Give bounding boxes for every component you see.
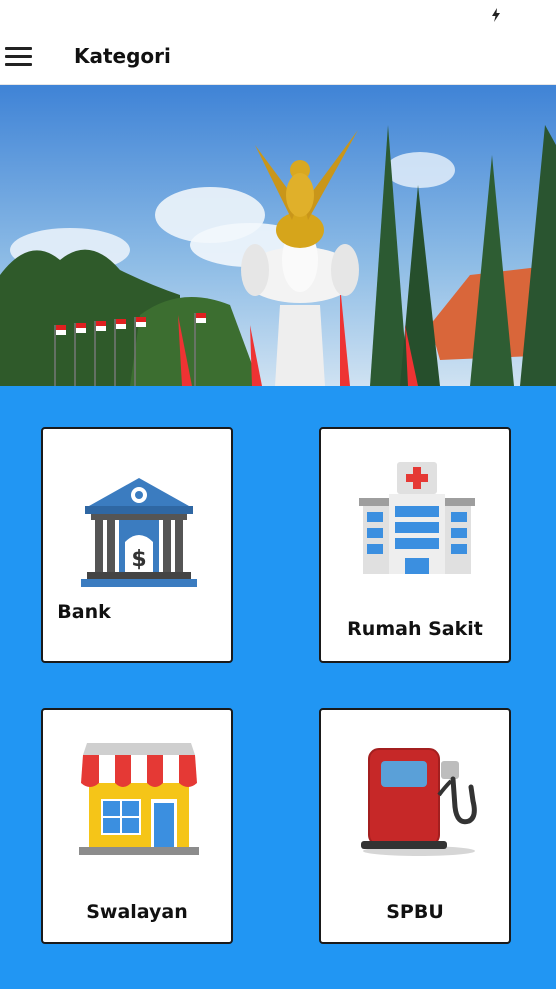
store-icon: [79, 743, 199, 855]
lightning-bolt-icon: [492, 8, 500, 22]
category-grid: $ Bank Rumah Sakit Swalayan SPBU: [0, 386, 556, 989]
app-bar: Kategori: [0, 30, 556, 85]
bank-icon: $: [81, 478, 197, 587]
page-title: Kategori: [74, 44, 171, 68]
category-label-spbu: SPBU: [386, 901, 444, 923]
fuel-pump-icon: [361, 748, 477, 856]
category-label-bank: Bank: [57, 601, 111, 623]
category-card-bank[interactable]: $ Bank: [41, 427, 233, 663]
hamburger-menu-icon[interactable]: [4, 42, 34, 72]
hospital-icon: [359, 462, 475, 574]
category-label-swalayan: Swalayan: [86, 901, 188, 923]
svg-text:$: $: [131, 547, 146, 572]
category-card-swalayan[interactable]: Swalayan: [41, 708, 233, 944]
category-card-rumah-sakit[interactable]: Rumah Sakit: [319, 427, 511, 663]
category-card-spbu[interactable]: SPBU: [319, 708, 511, 944]
status-bar: [0, 0, 556, 30]
hero-image: [0, 85, 556, 386]
category-label-rumah-sakit: Rumah Sakit: [347, 618, 483, 640]
